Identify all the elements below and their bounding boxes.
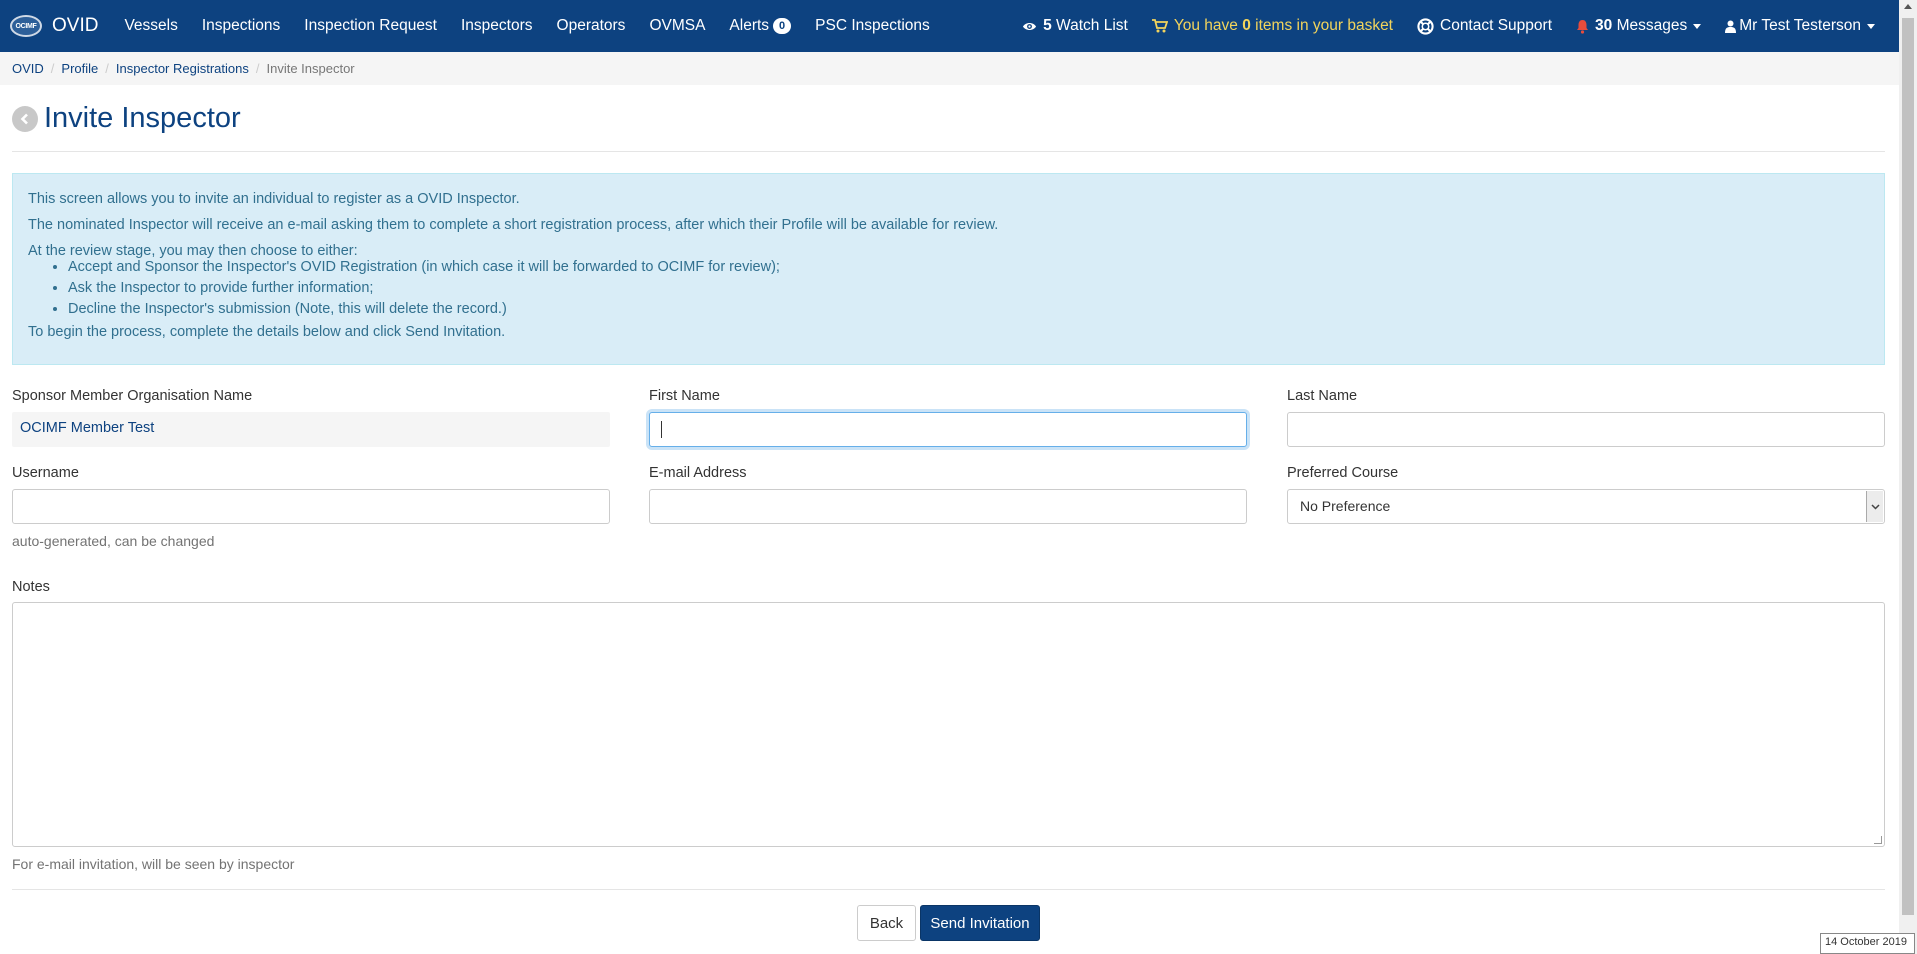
username-input[interactable] [12, 489, 610, 524]
username-group: Username auto-generated, can be changed [12, 465, 610, 549]
send-invitation-button[interactable]: Send Invitation [920, 905, 1040, 941]
preferred-course-value: No Preference [1300, 498, 1391, 514]
nav-inspection-request[interactable]: Inspection Request [292, 0, 449, 52]
nav-psc-inspections[interactable]: PSC Inspections [803, 0, 942, 52]
divider [12, 889, 1885, 890]
breadcrumb-separator: / [50, 61, 55, 76]
date-tooltip: 14 October 2019 [1820, 933, 1915, 954]
notes-help: For e-mail invitation, will be seen by i… [12, 856, 295, 872]
alerts-count-badge: 0 [773, 18, 792, 34]
info-alert: This screen allows you to invite an indi… [12, 173, 1885, 365]
first-name-input[interactable] [649, 412, 1247, 447]
sponsor-label: Sponsor Member Organisation Name [12, 388, 253, 404]
ocimf-logo: OCIMF [10, 15, 42, 37]
back-button[interactable]: Back [857, 905, 916, 941]
chevron-down-icon [1867, 23, 1875, 29]
nav-inspections[interactable]: Inspections [190, 0, 292, 52]
messages-label: Messages [1616, 17, 1688, 34]
breadcrumb-ovid[interactable]: OVID [12, 61, 44, 76]
basket-count: 0 [1242, 17, 1251, 34]
breadcrumb: OVID / Profile / Inspector Registrations… [0, 52, 1899, 85]
last-name-input[interactable] [1287, 412, 1885, 447]
nav-ovmsa[interactable]: OVMSA [637, 0, 717, 52]
watch-label: Watch List [1056, 17, 1128, 34]
breadcrumb-profile[interactable]: Profile [61, 61, 98, 76]
first-name-label: First Name [649, 388, 720, 404]
course-group: Preferred Course No Preference [1287, 465, 1885, 524]
scroll-thumb[interactable] [1902, 18, 1914, 915]
user-icon [1725, 20, 1737, 33]
page-header: Invite Inspector [12, 102, 241, 135]
breadcrumb-separator: / [105, 61, 109, 76]
brand-name: OVID [52, 15, 99, 36]
page-scrollbar[interactable] [1899, 0, 1917, 954]
nav-alerts[interactable]: Alerts 0 [717, 0, 803, 52]
username-label: Username [12, 465, 79, 481]
notes-textarea[interactable] [12, 602, 1885, 847]
breadcrumb-current: Invite Inspector [266, 61, 355, 76]
top-navbar: OCIMF OVID Vessels Inspections Inspectio… [0, 0, 1899, 52]
sponsor-group: Sponsor Member Organisation Name OCIMF M… [12, 388, 610, 447]
breadcrumb-inspector-registrations[interactable]: Inspector Registrations [116, 61, 249, 76]
scroll-up-icon[interactable] [1904, 4, 1912, 9]
brand[interactable]: OCIMF OVID [0, 0, 112, 52]
nav-inspectors[interactable]: Inspectors [449, 0, 545, 52]
messages-count: 30 [1595, 17, 1613, 34]
info-text-4: To begin the process, complete the detai… [28, 324, 506, 340]
text-cursor [661, 421, 662, 438]
info-option: Ask the Inspector to provide further inf… [68, 278, 1869, 299]
info-text-1: This screen allows you to invite an indi… [28, 191, 520, 207]
notes-label: Notes [12, 579, 50, 595]
nav-alerts-label: Alerts [729, 17, 770, 34]
last-name-label: Last Name [1287, 388, 1358, 404]
nav-vessels[interactable]: Vessels [112, 0, 189, 52]
bell-icon [1576, 19, 1589, 34]
sponsor-value: OCIMF Member Test [12, 412, 610, 447]
cart-icon [1151, 19, 1168, 33]
info-option: Decline the Inspector's submission (Note… [68, 299, 1869, 320]
user-name: Mr Test Testerson [1739, 17, 1861, 34]
info-option: Accept and Sponsor the Inspector's OVID … [68, 257, 1869, 278]
nav-basket[interactable]: You have 0 items in your basket [1140, 0, 1405, 52]
username-help: auto-generated, can be changed [12, 533, 215, 549]
lifebuoy-icon [1417, 17, 1434, 35]
nav-operators[interactable]: Operators [545, 0, 638, 52]
basket-suffix: items in your basket [1255, 17, 1393, 34]
nav-messages[interactable]: 30 Messages [1564, 0, 1713, 52]
basket-prefix: You have [1173, 17, 1238, 34]
email-input[interactable] [649, 489, 1247, 524]
nav-user-menu[interactable]: Mr Test Testerson [1713, 0, 1887, 52]
watch-count: 5 [1043, 17, 1052, 34]
back-arrow-icon[interactable] [12, 105, 38, 132]
info-options-list: Accept and Sponsor the Inspector's OVID … [28, 257, 1869, 320]
nav-contact-support[interactable]: Contact Support [1405, 0, 1564, 52]
breadcrumb-separator: / [255, 61, 260, 76]
page-title: Invite Inspector [44, 102, 241, 134]
eye-icon [1022, 21, 1037, 32]
last-name-group: Last Name [1287, 388, 1885, 447]
divider [12, 151, 1885, 152]
chevron-down-icon[interactable] [1866, 491, 1883, 522]
resize-handle-icon[interactable] [1874, 836, 1882, 844]
email-group: E-mail Address [649, 465, 1247, 524]
chevron-down-icon [1693, 23, 1702, 29]
first-name-group: First Name [649, 388, 1247, 447]
info-text-2: The nominated Inspector will receive an … [28, 217, 999, 233]
nav-watch-list[interactable]: 5 Watch List [1010, 0, 1140, 52]
email-label: E-mail Address [649, 465, 747, 481]
course-label: Preferred Course [1287, 465, 1399, 481]
preferred-course-select[interactable]: No Preference [1287, 489, 1885, 524]
contact-support-label: Contact Support [1440, 17, 1553, 34]
